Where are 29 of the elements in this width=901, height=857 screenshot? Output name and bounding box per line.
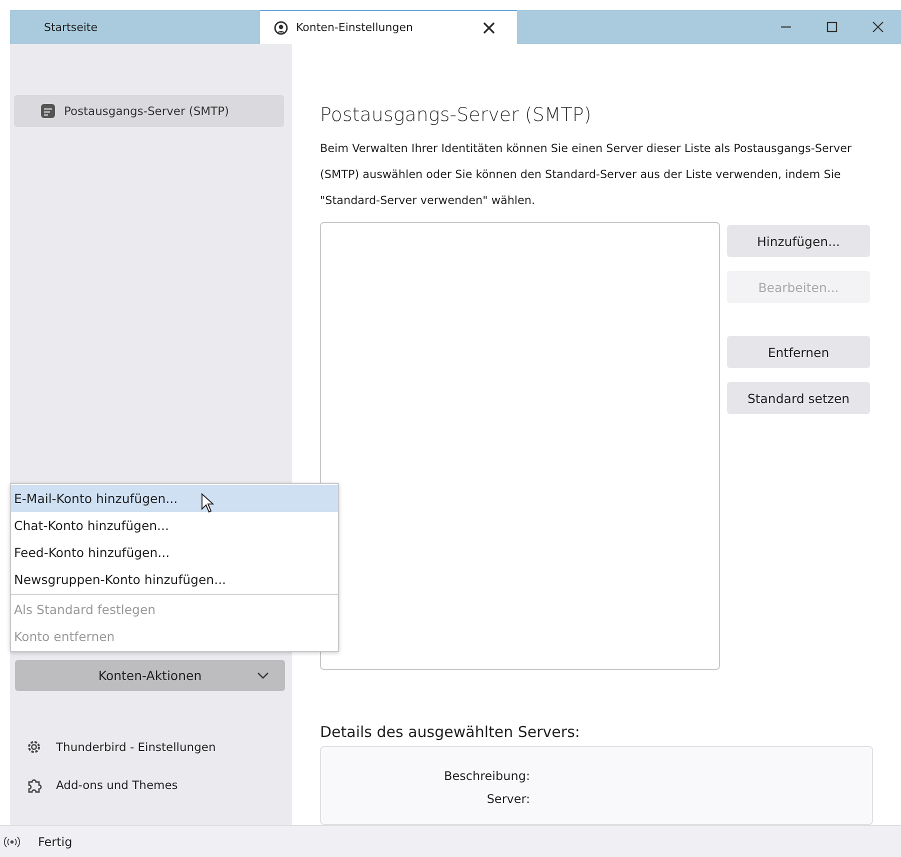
close-icon[interactable] — [872, 21, 884, 33]
page-title: Postausgangs-Server (SMTP) — [320, 104, 592, 126]
maximize-icon[interactable] — [826, 21, 838, 33]
sidebar-item[interactable]: Postausgangs-Server (SMTP) — [14, 95, 284, 127]
details-heading: Details des ausgewählten Servers: — [320, 723, 581, 741]
chevron-icon — [257, 672, 269, 680]
account-icon — [274, 20, 288, 34]
menu-item[interactable]: Feed-Konto hinzufügen... — [11, 539, 338, 566]
tab[interactable]: Startseite — [10, 10, 257, 44]
account-actions-button[interactable]: Konten-Aktionen — [15, 660, 285, 691]
field-label: Server: — [486, 791, 530, 808]
puzzle-icon — [26, 777, 42, 793]
server-button[interactable]: Standard setzen — [727, 382, 870, 414]
close-icon[interactable] — [483, 22, 495, 34]
description-text: Beim Verwalten Ihrer Identitäten können Sie einen Server dieser Liste als Postausgangs-Server (SMTP) auswählen oder Sie können den Standard-Server aus der Liste verwenden, indem Sie "Standard-Server verwenden" wählen. — [320, 141, 853, 209]
activity-icon — [4, 836, 20, 848]
settings-icon — [26, 739, 42, 755]
field-label: Beschreibung: — [443, 768, 530, 785]
server-icon — [40, 103, 56, 119]
tab[interactable]: Konten-Einstellungen — [260, 10, 517, 44]
cursor-icon — [201, 493, 214, 513]
sidebar-link[interactable]: Add-ons und Themes — [26, 777, 292, 793]
menu-item[interactable]: Newsgruppen-Konto hinzufügen... — [11, 566, 338, 593]
server-button[interactable]: Entfernen — [727, 336, 870, 368]
status-text: Fertig — [38, 834, 72, 848]
menu-item[interactable]: E-Mail-Konto hinzufügen... — [11, 485, 338, 512]
server-button[interactable]: Hinzufügen... — [727, 225, 870, 257]
sidebar-link[interactable]: Thunderbird - Einstellungen — [26, 739, 292, 755]
menu-item[interactable]: Chat-Konto hinzufügen... — [11, 512, 338, 539]
